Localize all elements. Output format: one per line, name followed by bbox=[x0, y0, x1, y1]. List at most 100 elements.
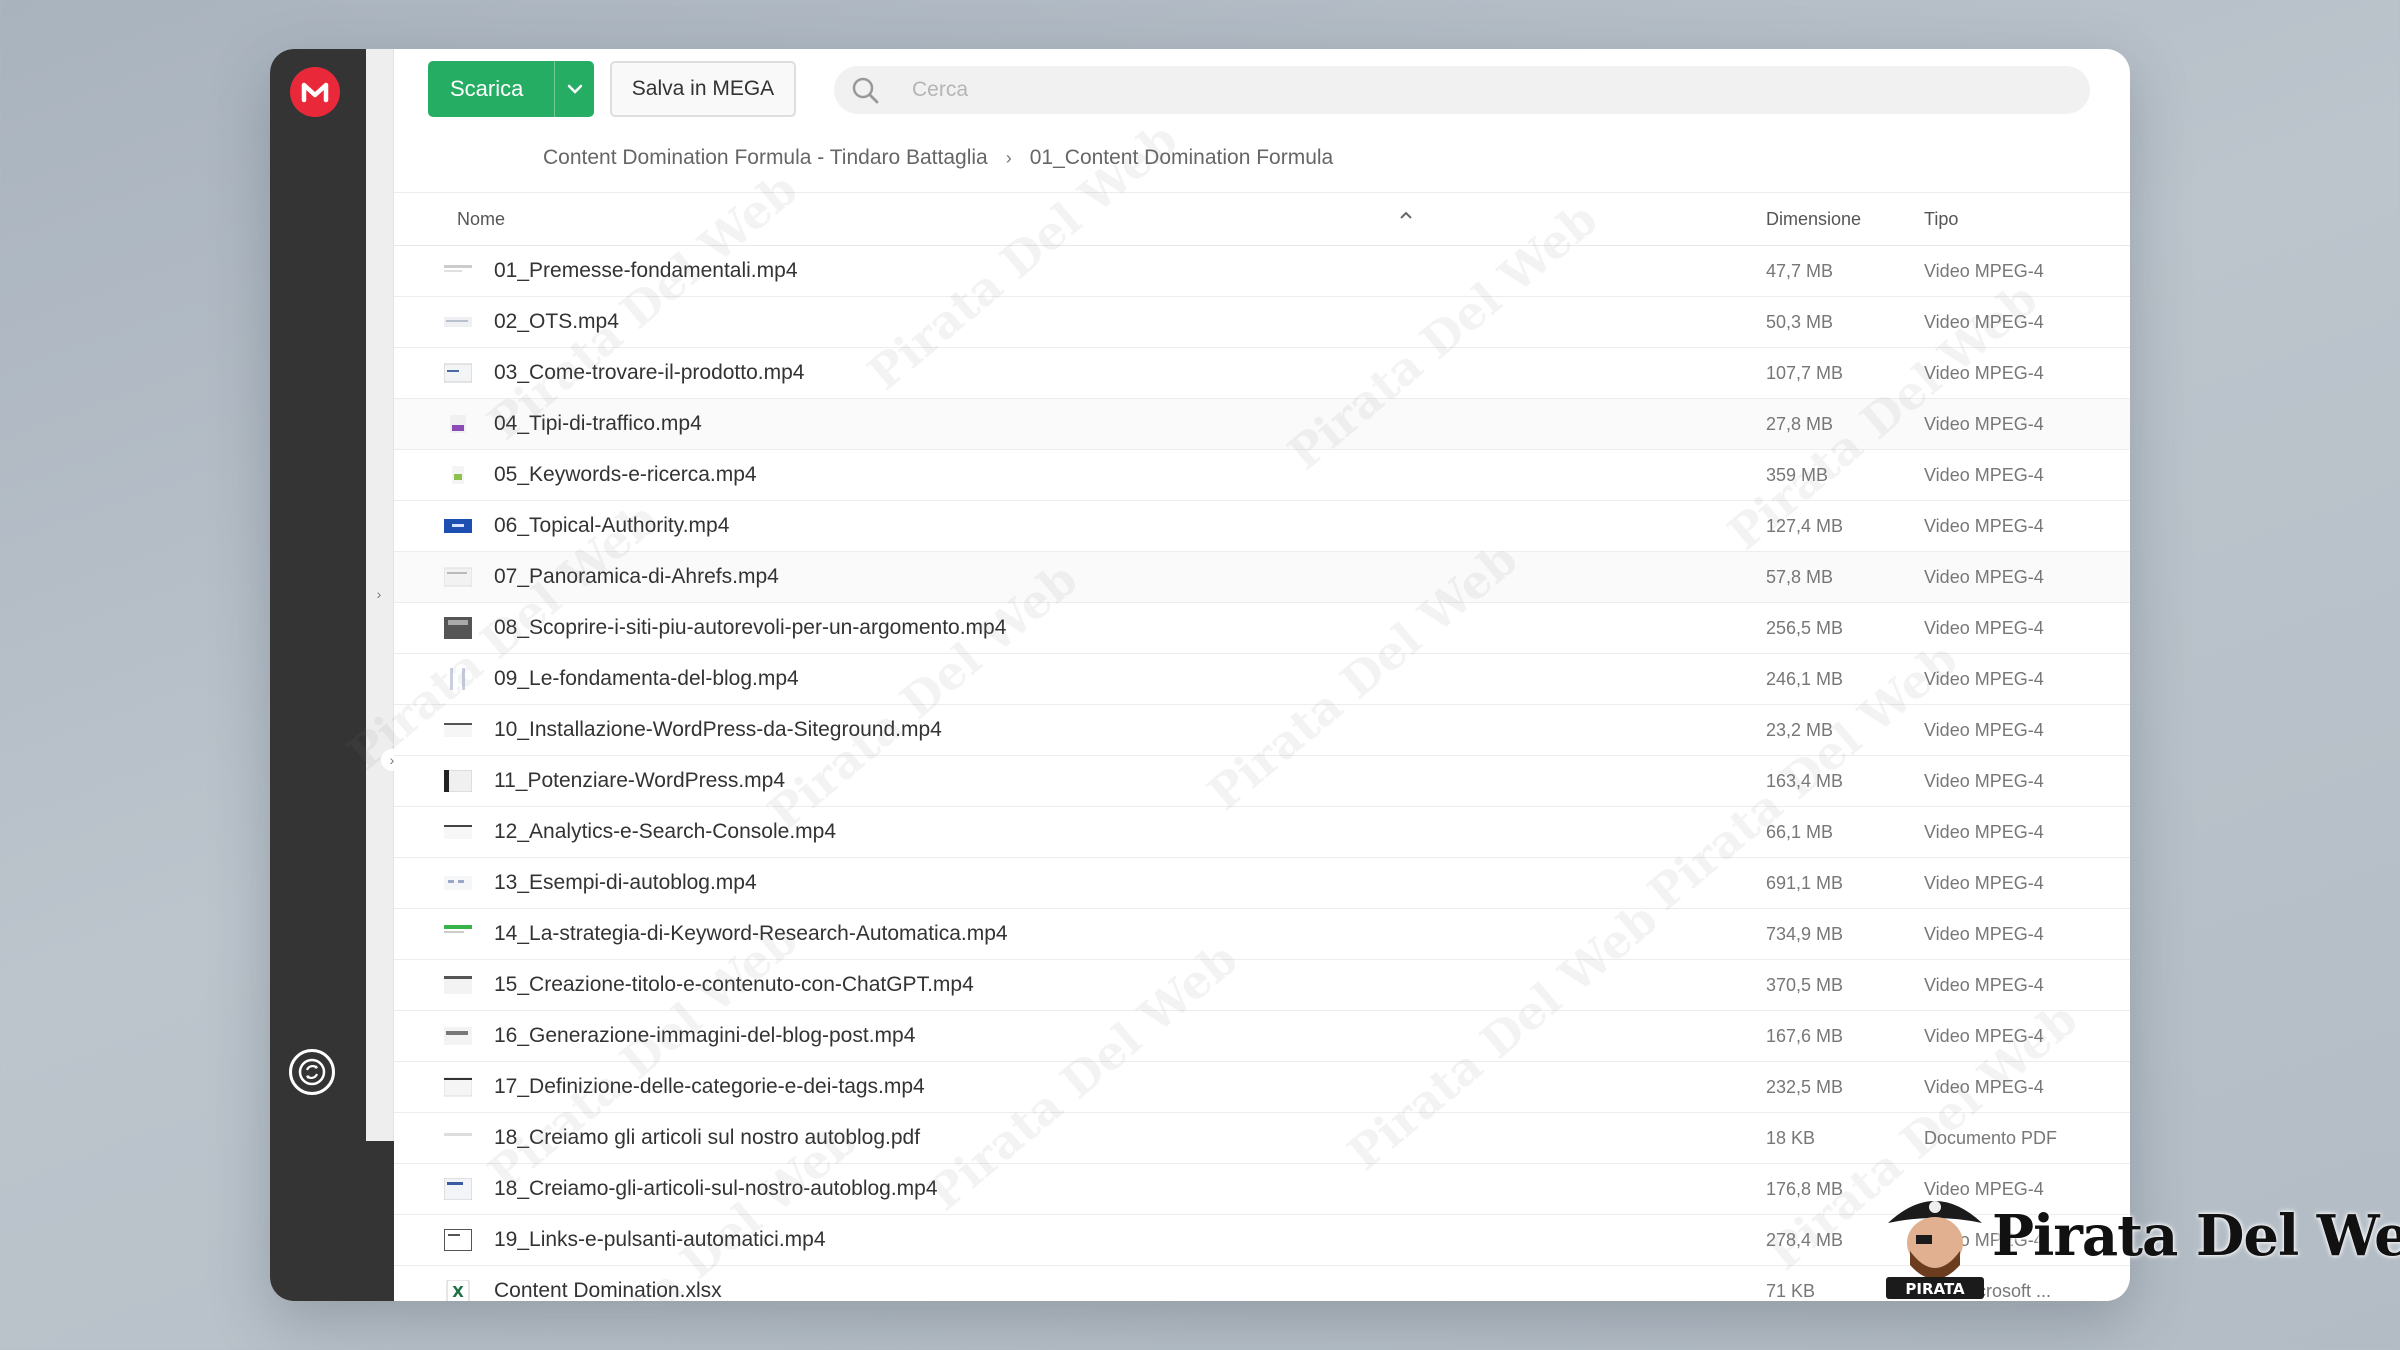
file-list: 01_Premesse-fondamentali.mp4 47,7 MB Video… bbox=[394, 246, 2130, 1301]
file-name: 13_Esempi-di-autoblog.mp4 bbox=[494, 871, 757, 894]
file-type: Video MPEG-4 bbox=[1924, 975, 2044, 995]
table-row[interactable]: 06_Topical-Authority.mp4 127,4 MB Video MP… bbox=[394, 501, 2130, 552]
file-type: Video MPEG-4 bbox=[1924, 465, 2044, 485]
file-name: 11_Potenziare-WordPress.mp4 bbox=[494, 769, 786, 792]
column-header-type[interactable]: Tipo bbox=[1924, 209, 1958, 230]
video-thumbnail-icon bbox=[452, 466, 464, 484]
pirata-del-web-logo: PIRATA Pirata Del Web bbox=[1880, 1185, 2400, 1301]
table-row[interactable]: 04_Tipi-di-traffico.mp4 27,8 MB Video MPEG… bbox=[394, 399, 2130, 450]
file-size: 18 KB bbox=[1766, 1128, 1816, 1148]
sidebar-footer bbox=[366, 1141, 394, 1301]
file-size: 66,1 MB bbox=[1766, 822, 1834, 842]
table-row[interactable]: 18_Creiamo gli articoli sul nostro autob… bbox=[394, 1113, 2130, 1164]
file-size: 232,5 MB bbox=[1766, 1077, 1844, 1097]
file-type: Video MPEG-4 bbox=[1924, 771, 2044, 791]
file-size: 57,8 MB bbox=[1766, 567, 1834, 587]
file-name: 18_Creiamo gli articoli sul nostro autob… bbox=[494, 1126, 921, 1149]
table-row[interactable]: 11_Potenziare-WordPress.mp4 163,4 MB Video… bbox=[394, 756, 2130, 807]
table-row[interactable]: 07_Panoramica-di-Ahrefs.mp4 57,8 MB Video … bbox=[394, 552, 2130, 603]
table-row[interactable]: 18_Creiamo-gli-articoli-sul-nostro-autob… bbox=[394, 1164, 2130, 1215]
table-row[interactable]: 19_Links-e-pulsanti-automatici.mp4 278,4 … bbox=[394, 1215, 2130, 1266]
table-row[interactable]: 01_Premesse-fondamentali.mp4 47,7 MB Video… bbox=[394, 246, 2130, 297]
file-type: Video MPEG-4 bbox=[1924, 363, 2044, 383]
file-name: 08_Scoprire-i-siti-piu-autorevoli-per-un… bbox=[494, 616, 1007, 639]
pirate-mascot-icon: PIRATA bbox=[1886, 1201, 1984, 1299]
file-name: 17_Definizione-delle-categorie-e-dei-tag… bbox=[494, 1075, 925, 1098]
file-size: 167,6 MB bbox=[1766, 1026, 1844, 1046]
chevron-right-icon[interactable]: › bbox=[368, 583, 390, 605]
breadcrumb-item-current[interactable]: 01_Content Domination Formula bbox=[1030, 146, 1334, 170]
file-type: Video MPEG-4 bbox=[1924, 1026, 2044, 1046]
file-type: Video MPEG-4 bbox=[1924, 873, 2044, 893]
table-row[interactable]: 08_Scoprire-i-siti-piu-autorevoli-per-un… bbox=[394, 603, 2130, 654]
table-row[interactable]: 02_OTS.mp4 50,3 MB Video MPEG-4 bbox=[394, 297, 2130, 348]
video-thumbnail-icon bbox=[444, 1229, 472, 1251]
file-name: 12_Analytics-e-Search-Console.mp4 bbox=[494, 820, 836, 843]
file-name: 16_Generazione-immagini-del-blog-post.mp… bbox=[494, 1024, 916, 1047]
table-row[interactable]: 12_Analytics-e-Search-Console.mp4 66,1 MB… bbox=[394, 807, 2130, 858]
file-name: 14_La-strategia-di-Keyword-Research-Auto… bbox=[494, 922, 1008, 945]
video-thumbnail-icon bbox=[444, 567, 472, 587]
save-to-mega-button[interactable]: Salva in MEGA bbox=[610, 61, 796, 117]
table-row[interactable]: 16_Generazione-immagini-del-blog-post.mp… bbox=[394, 1011, 2130, 1062]
file-name: 01_Premesse-fondamentali.mp4 bbox=[494, 259, 798, 282]
table-row[interactable]: 14_La-strategia-di-Keyword-Research-Auto… bbox=[394, 909, 2130, 960]
download-options-dropdown[interactable] bbox=[555, 83, 594, 95]
file-size: 27,8 MB bbox=[1766, 414, 1834, 434]
table-row[interactable]: 05_Keywords-e-ricerca.mp4 359 MB Video MPE… bbox=[394, 450, 2130, 501]
file-size: 107,7 MB bbox=[1766, 363, 1844, 383]
file-name: 05_Keywords-e-ricerca.mp4 bbox=[494, 463, 757, 486]
file-name: Content Domination.xlsx bbox=[494, 1279, 722, 1301]
file-size: 256,5 MB bbox=[1766, 618, 1844, 638]
file-name: 04_Tipi-di-traffico.mp4 bbox=[494, 412, 702, 435]
mega-window: › › Scarica Salva in MEGA Content Domina… bbox=[270, 49, 2130, 1301]
file-type: Video MPEG-4 bbox=[1924, 312, 2044, 332]
file-size: 163,4 MB bbox=[1766, 771, 1844, 791]
file-size: 734,9 MB bbox=[1766, 924, 1844, 944]
file-type: Video MPEG-4 bbox=[1924, 1077, 2044, 1097]
download-button[interactable]: Scarica bbox=[428, 61, 594, 117]
sidebar bbox=[270, 49, 366, 1301]
chevron-down-icon bbox=[567, 84, 582, 94]
video-thumbnail-icon bbox=[444, 825, 472, 839]
side-panel-rail: › › bbox=[366, 49, 403, 1141]
table-row[interactable]: X Content Domination.xlsx 71 KB o di Micros… bbox=[394, 1266, 2130, 1301]
breadcrumb: Content Domination Formula - Tindaro Bat… bbox=[543, 140, 1333, 176]
file-type: Video MPEG-4 bbox=[1924, 261, 2044, 281]
search-input[interactable] bbox=[910, 77, 1514, 103]
file-type: Video MPEG-4 bbox=[1924, 924, 2044, 944]
video-thumbnail-icon bbox=[444, 617, 472, 639]
file-size: 50,3 MB bbox=[1766, 312, 1834, 332]
table-row[interactable]: 13_Esempi-di-autoblog.mp4 691,1 MB Video M… bbox=[394, 858, 2130, 909]
breadcrumb-item-root[interactable]: Content Domination Formula - Tindaro Bat… bbox=[543, 146, 988, 170]
sync-button[interactable] bbox=[289, 1049, 335, 1095]
video-thumbnail-icon bbox=[444, 1077, 472, 1097]
mega-logo[interactable] bbox=[290, 67, 340, 117]
svg-text:X: X bbox=[452, 1283, 464, 1301]
video-thumbnail-icon bbox=[444, 723, 472, 737]
column-header-size[interactable]: Dimensione bbox=[1766, 209, 1861, 230]
toolbar: Scarica Salva in MEGA bbox=[428, 61, 2090, 117]
table-row[interactable]: 03_Come-trovare-il-prodotto.mp4 107,7 MB V… bbox=[394, 348, 2130, 399]
file-size: 47,7 MB bbox=[1766, 261, 1834, 281]
file-name: 06_Topical-Authority.mp4 bbox=[494, 514, 730, 537]
file-name: 15_Creazione-titolo-e-contenuto-con-Chat… bbox=[494, 973, 974, 996]
video-thumbnail-icon bbox=[444, 317, 472, 327]
excel-file-icon: X bbox=[446, 1280, 470, 1301]
table-row[interactable]: 15_Creazione-titolo-e-contenuto-con-Chat… bbox=[394, 960, 2130, 1011]
file-size: 278,4 MB bbox=[1766, 1230, 1844, 1250]
table-row[interactable]: 10_Installazione-WordPress-da-Siteground… bbox=[394, 705, 2130, 756]
video-thumbnail-icon bbox=[444, 1178, 472, 1200]
sort-ascending-icon[interactable] bbox=[1399, 207, 1413, 223]
file-type: Video MPEG-4 bbox=[1924, 414, 2044, 434]
file-name: 07_Panoramica-di-Ahrefs.mp4 bbox=[494, 565, 779, 588]
table-row[interactable]: 17_Definizione-delle-categorie-e-dei-tag… bbox=[394, 1062, 2130, 1113]
column-header-name[interactable]: Nome bbox=[457, 209, 505, 230]
search-bar[interactable] bbox=[834, 66, 2090, 114]
file-size: 359 MB bbox=[1766, 465, 1829, 485]
video-thumbnail-icon bbox=[444, 925, 472, 933]
file-name: 09_Le-fondamenta-del-blog.mp4 bbox=[494, 667, 799, 690]
video-thumbnail-icon bbox=[444, 976, 472, 994]
file-size: 176,8 MB bbox=[1766, 1179, 1844, 1199]
table-row[interactable]: 09_Le-fondamenta-del-blog.mp4 246,1 MB Vid… bbox=[394, 654, 2130, 705]
